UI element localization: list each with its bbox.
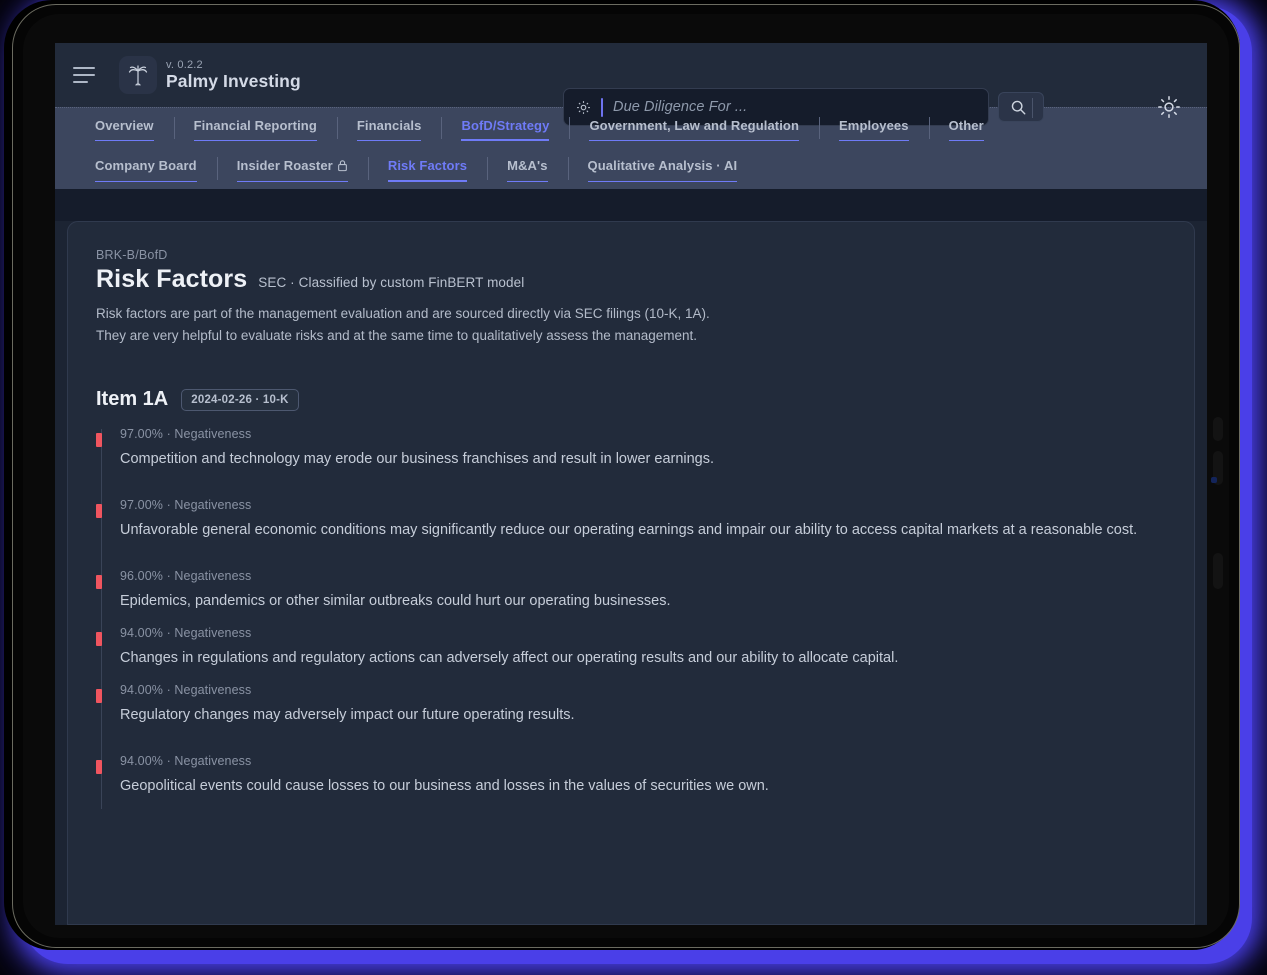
nav-item-underline [95,180,197,182]
filing-badge: 2024-02-26 · 10-K [181,388,299,411]
subtab-m-a-s[interactable]: M&A's [487,148,567,189]
nav-item-label: Financials [356,117,422,133]
device-side-button-power[interactable] [1213,553,1223,589]
page-heading: Risk Factors SEC · Classified by custom … [96,265,1162,294]
nav-item-label: BofD/Strategy [461,117,550,133]
tab-government-law-and-regulation[interactable]: Government, Law and Regulation [569,108,819,148]
nav-item-underline [948,139,984,141]
risk-factor-text: Regulatory changes may adversely impact … [120,707,575,723]
palm-tree-icon [119,56,157,94]
page-title: Risk Factors [96,265,248,293]
app-screen: v. 0.2.2 Palmy Investing Due Diligence F… [55,43,1207,925]
subtab-risk-factors[interactable]: Risk Factors [367,148,487,189]
nav-item-underline [461,139,550,141]
secondary-nav: Company Board Insider Roaster Risk Factors… [55,148,1207,189]
risk-factor-text: Competition and technology may erode our… [120,451,715,467]
severity-marker [96,689,102,703]
nav-item-underline [589,139,800,141]
risk-score-label: 97.00% · Negativeness [120,498,252,512]
hamburger-icon[interactable] [71,60,105,90]
nav-item-label: Employees [839,117,909,133]
severity-marker [96,632,102,646]
nav-item-label: Qualitative Analysis · AI [587,158,738,173]
device-indicator-led [1211,477,1217,483]
brand[interactable]: v. 0.2.2 Palmy Investing [119,56,301,94]
tab-employees[interactable]: Employees [819,108,929,148]
nav-item-label: Other [948,117,984,133]
nav-item-underline [193,139,317,141]
subtab-qualitative-analysis-ai[interactable]: Qualitative Analysis · AI [567,148,758,189]
risk-factor-text: Epidemics, pandemics or other similar ou… [120,593,671,609]
tab-financials[interactable]: Financials [336,108,442,148]
device-frame: v. 0.2.2 Palmy Investing Due Diligence F… [0,0,1267,975]
risk-factor-text: Changes in regulations and regulatory ac… [120,650,899,666]
nav-item-underline [839,139,909,141]
tablet-bezel: v. 0.2.2 Palmy Investing Due Diligence F… [12,4,1240,948]
severity-marker [96,433,102,447]
risk-score-label: 97.00% · Negativeness [120,427,252,441]
risk-score-label: 94.00% · Negativeness [120,626,252,640]
nav-spacer [55,189,1207,221]
nav-item-label: M&A's [507,158,548,173]
search-icon[interactable] [998,92,1044,122]
section-header: Item 1A 2024-02-26 · 10-K [96,388,1162,411]
nav-item-underline [356,139,422,141]
severity-marker [96,760,102,774]
risk-factor-item[interactable]: 94.00% · Negativeness Regulatory changes … [96,683,1162,728]
risk-factor-text: Geopolitical events could cause losses t… [120,778,769,794]
tab-financial-reporting[interactable]: Financial Reporting [173,108,337,148]
risk-score-label: 96.00% · Negativeness [120,569,252,583]
subtab-company-board[interactable]: Company Board [75,148,217,189]
page-subtitle: SEC · Classified by custom FinBERT model [258,275,525,290]
intro-line-1: Risk factors are part of the management … [96,306,710,321]
app-version: v. 0.2.2 [166,58,203,71]
sun-icon[interactable] [1155,93,1183,121]
app-header: v. 0.2.2 Palmy Investing Due Diligence F… [55,43,1207,126]
nav-item-underline [236,180,348,182]
risk-factor-item[interactable]: 94.00% · Negativeness Geopolitical events… [96,754,1162,799]
section-title: Item 1A [96,388,169,410]
risk-factor-item[interactable]: 97.00% · Negativeness Competition and tec… [96,427,1162,472]
tab-overview[interactable]: Overview [75,108,174,148]
risk-factor-item[interactable]: 94.00% · Negativeness Changes in regulati… [96,626,1162,671]
device-side-button-volume-up[interactable] [1213,417,1223,441]
risk-factor-item[interactable]: 96.00% · Negativeness Epidemics, pandemic… [96,569,1162,614]
risk-factor-item[interactable]: 97.00% · Negativeness Unfavorable general… [96,498,1162,543]
nav-item-underline [387,180,468,182]
intro-line-2: They are very helpful to evaluate risks … [96,327,698,343]
tab-bofd-strategy[interactable]: BofD/Strategy [441,108,569,148]
app-title: Palmy Investing [166,70,301,91]
severity-marker [96,575,102,589]
breadcrumb: BRK-B/BofD [96,248,168,262]
lock-icon [337,159,348,172]
content-panel: BRK-B/BofD Risk Factors SEC · Classified… [67,221,1195,925]
risk-factor-list: 97.00% · Negativeness Competition and tec… [96,427,1162,809]
nav-item-label: Risk Factors [387,158,468,173]
intro-text: Risk factors are part of the management … [96,303,1162,346]
risk-factor-text: Unfavorable general economic conditions … [120,522,1138,538]
risk-score-label: 94.00% · Negativeness [120,754,252,768]
nav-item-underline [95,139,154,141]
nav-item-label: Financial Reporting [193,117,317,133]
severity-marker [96,504,102,518]
nav-item-label: Government, Law and Regulation [589,117,800,133]
subtab-insider-roaster[interactable]: Insider Roaster [216,148,368,189]
nav-item-underline [507,180,548,182]
nav-item-underline [587,180,738,182]
nav-item-label: Overview [95,117,154,133]
nav-item-label: Company Board [95,158,197,173]
nav-item-label: Insider Roaster [237,158,348,179]
risk-score-label: 94.00% · Negativeness [120,683,252,697]
tab-other[interactable]: Other [928,108,1004,148]
